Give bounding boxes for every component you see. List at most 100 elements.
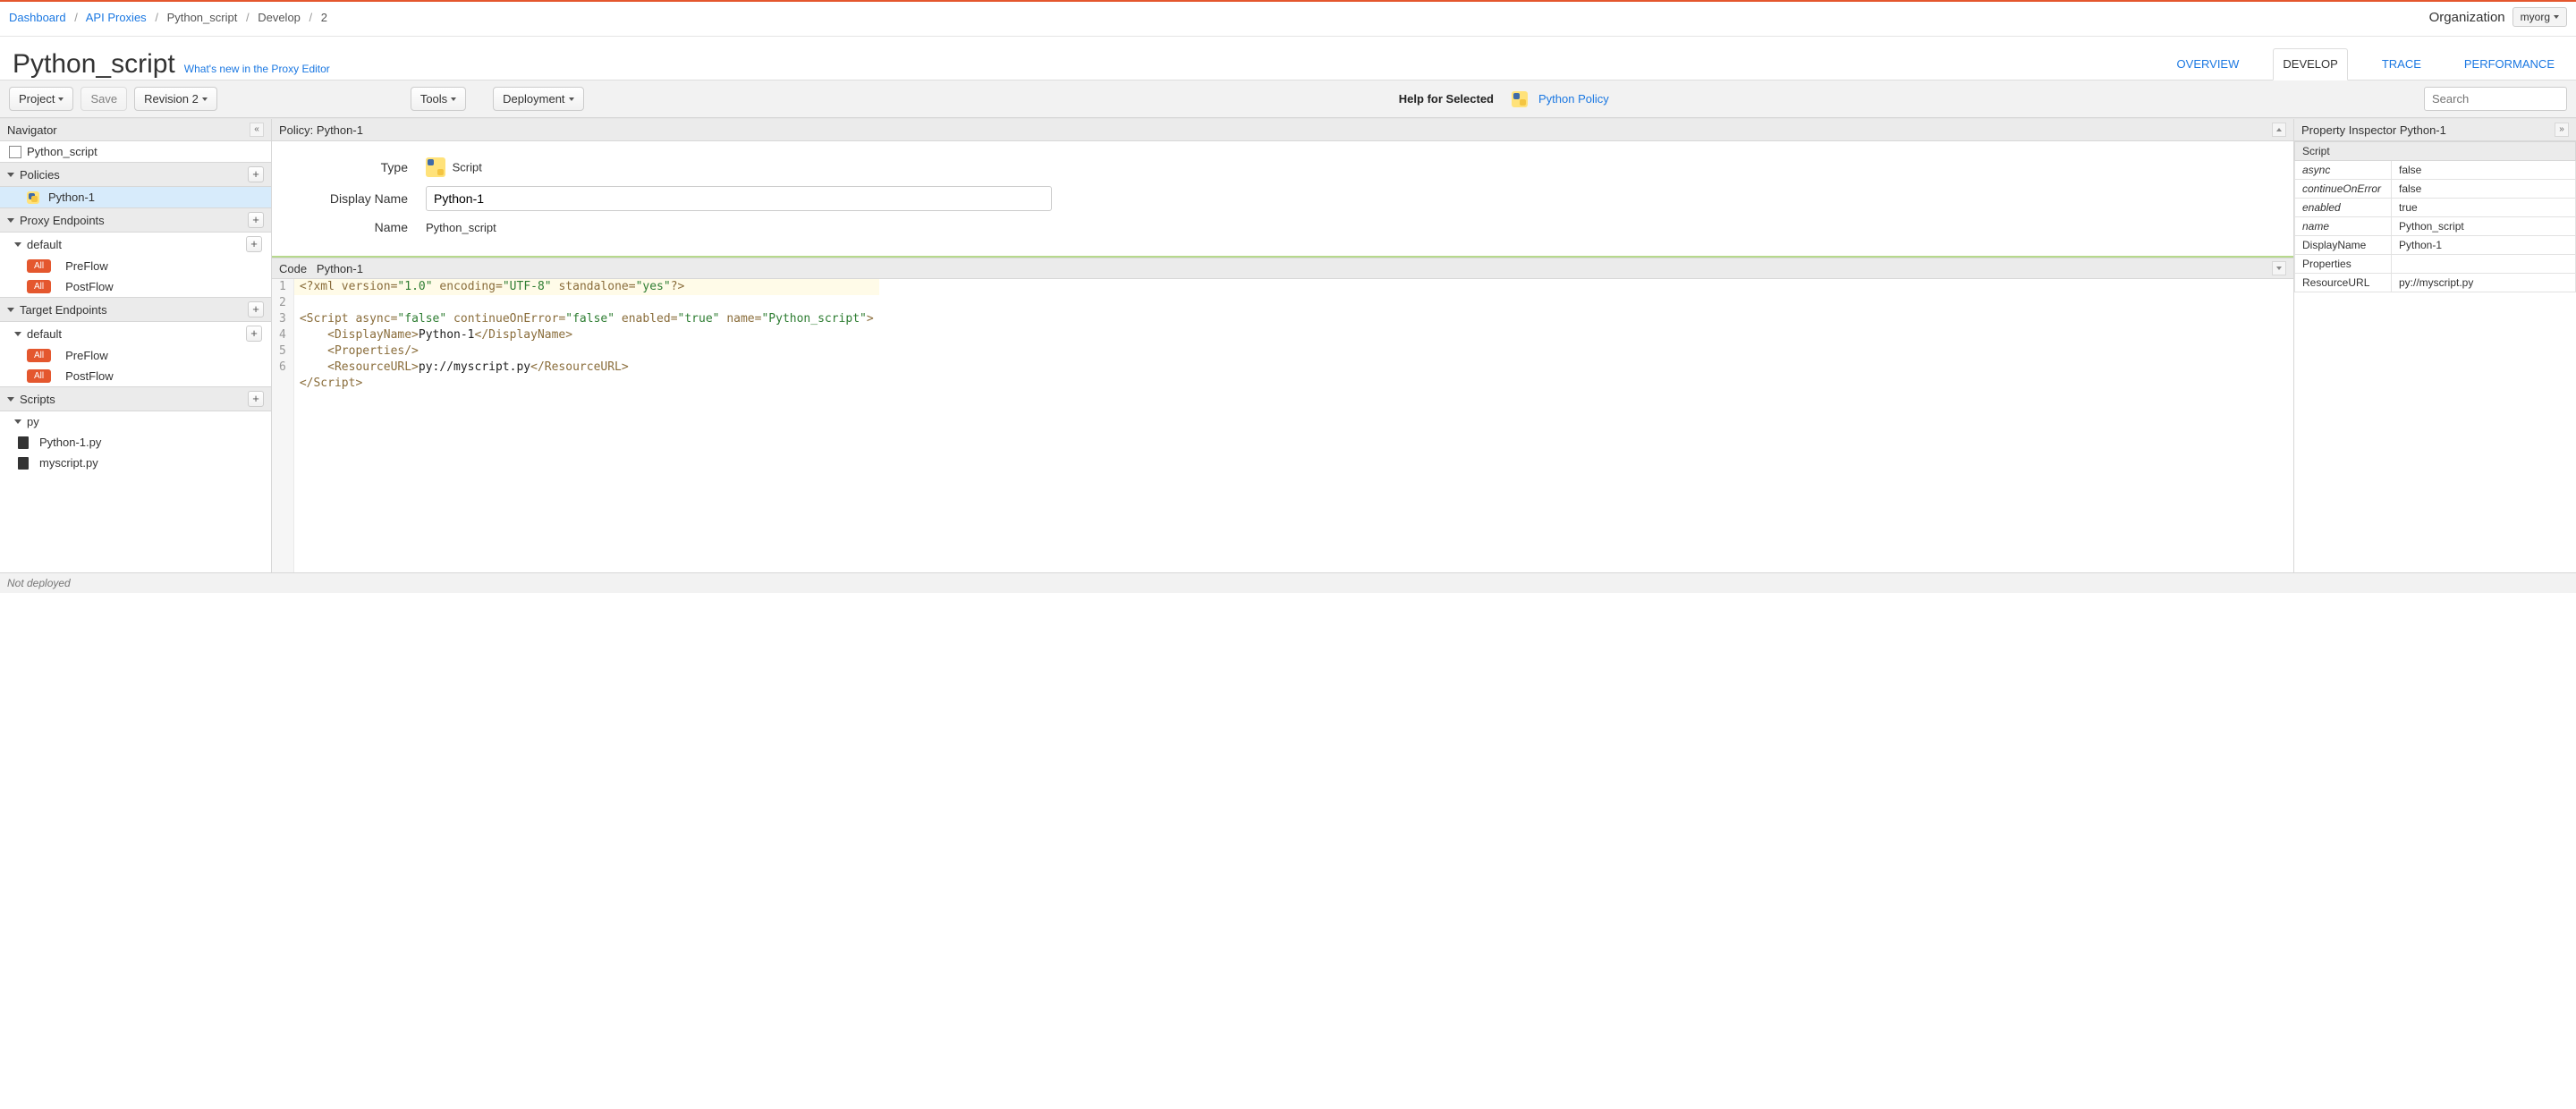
chevron-down-icon <box>14 242 21 247</box>
nav-target-preflow-label: PreFlow <box>65 349 108 362</box>
nav-section-proxy-endpoints[interactable]: Proxy Endpoints + <box>0 207 271 233</box>
tab-trace[interactable]: TRACE <box>2373 49 2430 80</box>
nav-section-scripts[interactable]: Scripts + <box>0 386 271 411</box>
collapse-policy-button[interactable] <box>2272 123 2286 137</box>
add-proxy-flow-button[interactable]: + <box>246 236 262 252</box>
code-editor[interactable]: 1 2 3 4 5 6 <?xml version="1.0" encoding… <box>272 279 2293 572</box>
nav-proxy-default-label: default <box>27 238 62 251</box>
tab-overview[interactable]: OVERVIEW <box>2168 49 2249 80</box>
nav-script-file-2[interactable]: myscript.py <box>0 453 271 473</box>
add-target-flow-button[interactable]: + <box>246 326 262 342</box>
pi-key: enabled <box>2295 199 2392 217</box>
pi-key: name <box>2295 217 2392 236</box>
nav-section-target-endpoints[interactable]: Target Endpoints + <box>0 297 271 322</box>
code-content[interactable]: <?xml version="1.0" encoding="UTF-8" sta… <box>294 279 879 572</box>
status-bar: Not deployed <box>0 572 2576 593</box>
table-row: Properties <box>2295 255 2576 274</box>
chevron-down-icon <box>58 97 64 101</box>
python-policy-link[interactable]: Python Policy <box>1538 92 1609 106</box>
collapse-code-button[interactable] <box>2272 261 2286 275</box>
policy-title: Policy: Python-1 <box>279 123 363 137</box>
project-dropdown[interactable]: Project <box>9 87 73 111</box>
form-display-name-label: Display Name <box>283 191 426 206</box>
nav-policy-item[interactable]: Python-1 <box>0 187 271 207</box>
form-type-label: Type <box>283 160 426 174</box>
tab-develop[interactable]: DEVELOP <box>2273 48 2347 80</box>
tabs: OVERVIEW DEVELOP TRACE PERFORMANCE <box>2168 47 2563 80</box>
add-policy-button[interactable]: + <box>248 166 264 182</box>
pi-section-header: Script <box>2295 142 2576 161</box>
pi-value[interactable]: Python_script <box>2392 217 2576 236</box>
chevron-down-icon <box>7 397 14 402</box>
whats-new-link[interactable]: What's new in the Proxy Editor <box>184 63 330 75</box>
chevron-down-icon <box>451 97 456 101</box>
chevron-down-icon <box>569 97 574 101</box>
nav-target-default-label: default <box>27 327 62 341</box>
organization-selector: Organization myorg <box>2429 7 2567 27</box>
top-row: Dashboard / API Proxies / Python_script … <box>0 2 2576 37</box>
add-script-button[interactable]: + <box>248 391 264 407</box>
nav-scripts-folder[interactable]: py <box>0 411 271 432</box>
add-target-endpoint-button[interactable]: + <box>248 301 264 317</box>
line-number: 6 <box>279 360 286 376</box>
proxy-endpoints-label: Proxy Endpoints <box>20 214 105 227</box>
save-button[interactable]: Save <box>80 87 127 111</box>
breadcrumb-sep: / <box>155 11 158 24</box>
chevron-down-icon <box>14 419 21 424</box>
pi-value[interactable]: Python-1 <box>2392 236 2576 255</box>
pi-value[interactable]: py://myscript.py <box>2392 274 2576 292</box>
line-number: 2 <box>279 295 286 311</box>
nav-root-item[interactable]: Python_script <box>0 141 271 162</box>
nav-proxy-default[interactable]: default + <box>0 233 271 256</box>
navigator-header: Navigator « <box>0 119 271 141</box>
target-endpoints-label: Target Endpoints <box>20 303 107 317</box>
nav-target-default[interactable]: default + <box>0 322 271 345</box>
pi-value[interactable]: true <box>2392 199 2576 217</box>
form-type-value: Script <box>426 157 482 177</box>
nav-section-policies[interactable]: Policies + <box>0 162 271 187</box>
file-icon <box>18 436 29 449</box>
add-proxy-endpoint-button[interactable]: + <box>248 212 264 228</box>
deployment-dropdown[interactable]: Deployment <box>493 87 583 111</box>
collapse-property-inspector-button[interactable]: » <box>2555 123 2569 137</box>
pi-key: Properties <box>2295 255 2392 274</box>
nav-proxy-preflow-label: PreFlow <box>65 259 108 273</box>
line-number: 3 <box>279 311 286 327</box>
deployment-label: Deployment <box>503 92 564 106</box>
editor-panel: Policy: Python-1 Type Script Display Nam… <box>272 119 2293 572</box>
pi-value[interactable]: false <box>2392 161 2576 180</box>
nav-root-label: Python_script <box>27 145 97 158</box>
breadcrumb-sep: / <box>74 11 78 24</box>
nav-target-postflow[interactable]: All PostFlow <box>0 366 271 386</box>
chevron-down-icon <box>7 218 14 223</box>
toolbar: Project Save Revision 2 Tools Deployment… <box>0 80 2576 118</box>
breadcrumb-dashboard[interactable]: Dashboard <box>9 11 66 24</box>
nav-target-postflow-label: PostFlow <box>65 369 113 383</box>
nav-scripts-folder-label: py <box>27 415 39 428</box>
pi-value[interactable]: false <box>2392 180 2576 199</box>
nav-script-file-1[interactable]: Python-1.py <box>0 432 271 453</box>
pi-value[interactable] <box>2392 255 2576 274</box>
table-row: DisplayNamePython-1 <box>2295 236 2576 255</box>
page-title: Python_script <box>13 49 175 80</box>
search-input[interactable] <box>2424 87 2567 111</box>
nav-proxy-postflow[interactable]: All PostFlow <box>0 276 271 297</box>
tools-label: Tools <box>420 92 447 106</box>
search-container <box>2424 87 2567 111</box>
breadcrumb-api-proxies[interactable]: API Proxies <box>86 11 147 24</box>
organization-dropdown[interactable]: myorg <box>2512 7 2567 27</box>
collapse-navigator-button[interactable]: « <box>250 123 264 137</box>
nav-proxy-preflow[interactable]: All PreFlow <box>0 256 271 276</box>
proxy-icon <box>9 146 21 158</box>
chevron-down-icon <box>202 97 208 101</box>
property-inspector-table: Script asyncfalse continueOnErrorfalse e… <box>2294 141 2576 292</box>
main-area: Navigator « Python_script Policies + Pyt… <box>0 118 2576 572</box>
display-name-input[interactable] <box>426 186 1052 211</box>
tab-performance[interactable]: PERFORMANCE <box>2455 49 2563 80</box>
all-badge: All <box>27 349 51 362</box>
revision-dropdown[interactable]: Revision 2 <box>134 87 217 111</box>
tools-dropdown[interactable]: Tools <box>411 87 466 111</box>
nav-target-preflow[interactable]: All PreFlow <box>0 345 271 366</box>
line-number: 5 <box>279 343 286 360</box>
table-row: ResourceURLpy://myscript.py <box>2295 274 2576 292</box>
